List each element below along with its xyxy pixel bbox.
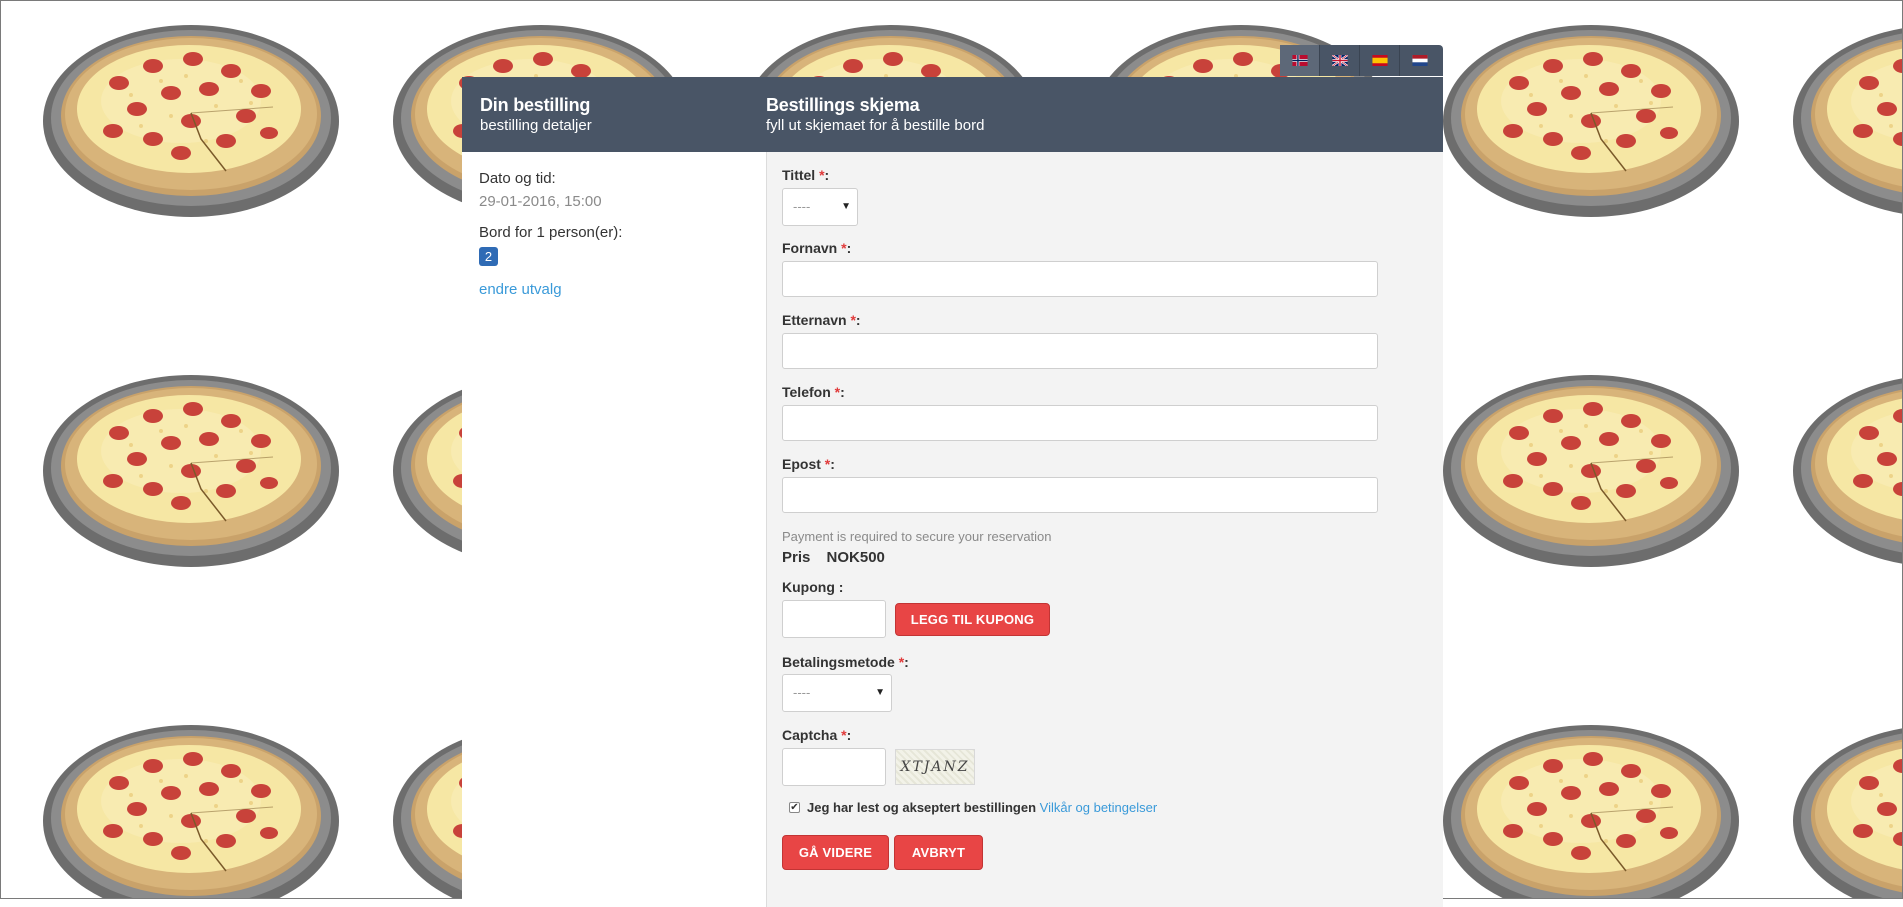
form-header: Bestillings skjema fyll ut skjemaet for … xyxy=(766,94,984,135)
table-number-badge: 2 xyxy=(479,247,498,266)
required-mark: * xyxy=(834,384,841,400)
pizza-image xyxy=(1441,721,1741,898)
datetime-label: Dato og tid: xyxy=(479,170,556,187)
title-label: Tittel *: xyxy=(782,167,830,183)
booking-form: Tittel *: ---- ▼ Fornavn *: Etternavn *:… xyxy=(766,152,1443,907)
form-title: Bestillings skjema xyxy=(766,95,920,115)
netherlands-flag-icon xyxy=(1412,55,1428,66)
summary-subtitle: bestilling detaljer xyxy=(480,117,592,134)
booking-panel: Din bestilling bestilling detaljer Besti… xyxy=(462,77,1443,907)
norway-flag-icon xyxy=(1291,55,1308,66)
email-input[interactable] xyxy=(782,477,1378,513)
pizza-image xyxy=(1791,371,1902,571)
phone-label-text: Telefon xyxy=(782,384,831,400)
email-label: Epost *: xyxy=(782,456,835,472)
terms-text: Jeg har lest og akseptert bestillingen xyxy=(807,800,1037,815)
phone-input[interactable] xyxy=(782,405,1378,441)
chevron-down-icon: ▼ xyxy=(841,201,851,212)
pizza-image xyxy=(1791,721,1902,898)
datetime-value: 29-01-2016, 15:00 xyxy=(479,193,602,210)
pizza-image xyxy=(1441,371,1741,571)
terms-link[interactable]: Vilkår og betingelser xyxy=(1040,800,1158,815)
form-subtitle: fyll ut skjemaet for å bestille bord xyxy=(766,117,985,134)
captcha-label-text: Captcha xyxy=(782,727,838,743)
captcha-label: Captcha *: xyxy=(782,727,852,743)
phone-label: Telefon *: xyxy=(782,384,845,400)
lastname-label: Etternavn *: xyxy=(782,312,861,328)
language-english-button[interactable] xyxy=(1320,45,1360,76)
language-spanish-button[interactable] xyxy=(1360,45,1400,76)
uk-flag-icon xyxy=(1331,55,1348,66)
payment-note: Payment is required to secure your reser… xyxy=(782,529,1052,544)
firstname-input[interactable] xyxy=(782,261,1378,297)
continue-button[interactable]: GÅ VIDERE xyxy=(782,835,889,870)
language-dutch-button[interactable] xyxy=(1400,45,1440,76)
payment-method-label-text: Betalingsmetode xyxy=(782,654,895,670)
title-select-value: ---- xyxy=(793,199,811,214)
spain-flag-icon xyxy=(1371,55,1388,66)
change-selection-link[interactable]: endre utvalg xyxy=(479,281,562,298)
required-mark: * xyxy=(819,167,825,183)
payment-method-select[interactable]: ---- ▼ xyxy=(782,674,892,712)
chevron-down-icon: ▼ xyxy=(875,687,885,698)
required-mark: * xyxy=(824,456,831,472)
required-mark: * xyxy=(850,312,856,328)
lastname-input[interactable] xyxy=(782,333,1378,369)
cancel-button[interactable]: AVBRYT xyxy=(894,835,983,870)
summary-header: Din bestilling bestilling detaljer xyxy=(480,94,592,135)
title-label-text: Tittel xyxy=(782,167,816,183)
required-mark: * xyxy=(841,727,847,743)
pizza-image xyxy=(1441,21,1741,221)
coupon-label: Kupong : xyxy=(782,579,844,595)
captcha-image: XTJANZ xyxy=(895,749,975,785)
terms-checkbox[interactable]: ✔ xyxy=(789,802,800,813)
required-mark: * xyxy=(841,240,847,256)
required-mark: * xyxy=(898,654,905,670)
price-value: NOK500 xyxy=(826,549,885,566)
pizza-image xyxy=(1791,21,1902,221)
terms-row: Jeg har lest og akseptert bestillingen V… xyxy=(807,800,1157,815)
table-label: Bord for 1 person(er): xyxy=(479,224,623,241)
add-coupon-button[interactable]: LEGG TIL KUPONG xyxy=(895,603,1050,636)
title-select[interactable]: ---- ▼ xyxy=(782,188,858,226)
payment-method-label: Betalingsmetode *: xyxy=(782,654,909,670)
pizza-image xyxy=(41,721,341,898)
booking-summary: Dato og tid: 29-01-2016, 15:00 Bord for … xyxy=(462,152,766,907)
lastname-label-text: Etternavn xyxy=(782,312,847,328)
summary-title: Din bestilling xyxy=(480,95,591,115)
language-norwegian-button[interactable] xyxy=(1280,45,1320,76)
coupon-input[interactable] xyxy=(782,600,886,638)
firstname-label: Fornavn *: xyxy=(782,240,852,256)
price-row: Pris NOK500 xyxy=(782,549,885,566)
pizza-image xyxy=(41,371,341,571)
email-label-text: Epost xyxy=(782,456,821,472)
firstname-label-text: Fornavn xyxy=(782,240,838,256)
panel-header: Din bestilling bestilling detaljer Besti… xyxy=(462,77,1443,152)
payment-method-value: ---- xyxy=(793,685,811,700)
captcha-input[interactable] xyxy=(782,748,886,786)
pizza-image xyxy=(41,21,341,221)
price-label: Pris xyxy=(782,549,811,566)
language-switcher xyxy=(1280,45,1443,76)
